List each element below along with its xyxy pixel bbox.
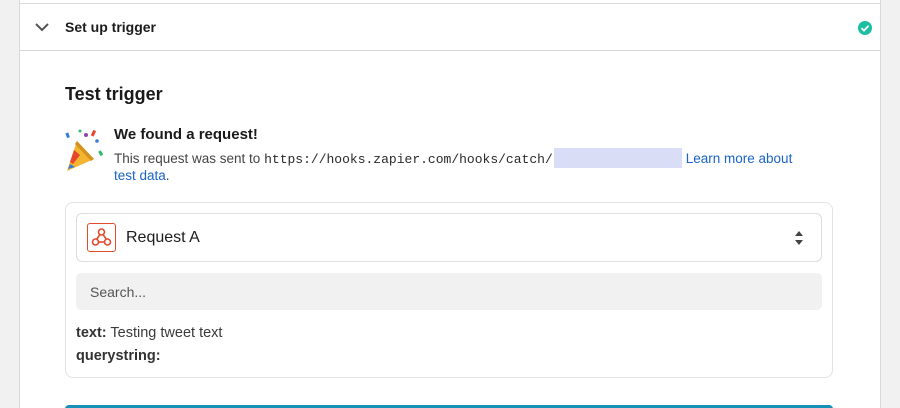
test-data-link[interactable]: test data xyxy=(114,168,166,183)
selected-request-label: Request A xyxy=(126,229,200,246)
section-title: Test trigger xyxy=(65,84,163,104)
party-popper-icon xyxy=(65,129,104,171)
search-input[interactable] xyxy=(76,273,822,310)
updown-arrows-icon xyxy=(795,231,803,245)
field-key: querystring: xyxy=(76,348,161,364)
request-sent-text: This request was sent to https://hooks.z… xyxy=(114,148,792,168)
request-sent-text-continued: test data. xyxy=(114,168,170,183)
redacted-url-segment xyxy=(553,148,682,168)
sent-prefix: This request was sent to xyxy=(114,151,261,166)
learn-more-link[interactable]: Learn more about xyxy=(686,151,793,166)
check-circle-icon xyxy=(858,21,872,35)
field-row-querystring: querystring: xyxy=(76,348,161,364)
webhook-icon xyxy=(87,223,116,252)
request-card: Request A text: Testing tweet text query… xyxy=(65,202,833,378)
chevron-down-icon[interactable] xyxy=(34,20,50,34)
request-select[interactable]: Request A xyxy=(76,213,822,262)
found-request-title: We found a request! xyxy=(114,126,258,143)
step-title: Set up trigger xyxy=(65,19,157,35)
sentence-period: . xyxy=(165,168,170,183)
webhook-url: https://hooks.zapier.com/hooks/catch/ xyxy=(264,152,553,167)
field-row-text: text: Testing tweet text xyxy=(76,325,222,341)
step-header-set-up-trigger[interactable]: Set up trigger xyxy=(20,4,880,51)
field-key: text: xyxy=(76,325,107,341)
zap-step-panel: Set up trigger Test trigger We found a r… xyxy=(19,0,881,408)
field-value: Testing tweet text xyxy=(110,325,223,341)
